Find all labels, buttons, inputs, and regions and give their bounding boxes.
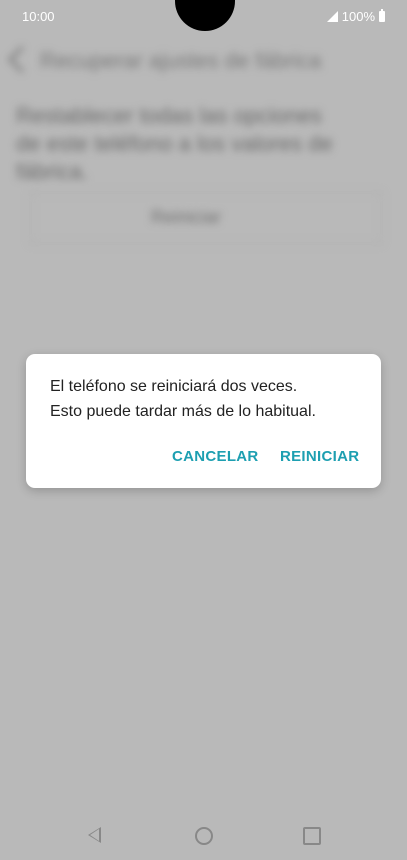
nav-home-icon[interactable] [195, 827, 213, 845]
back-arrow-icon [8, 46, 35, 73]
background-description: Restablecer todas las opciones de este t… [16, 103, 333, 184]
navigation-bar [0, 812, 407, 860]
restart-button[interactable]: REINICIAR [280, 448, 359, 465]
cancel-button[interactable]: CANCELAR [172, 448, 259, 465]
restart-dialog: El teléfono se reiniciará dos veces. Est… [26, 354, 381, 488]
dialog-message: El teléfono se reiniciará dos veces. Est… [50, 374, 370, 424]
battery-icon [379, 9, 385, 22]
dialog-message-line-1: El teléfono se reiniciará dos veces. [50, 378, 298, 395]
status-bar: 10:00 100% [0, 0, 407, 32]
status-time: 10:00 [22, 9, 55, 24]
background-title: Recuperar ajustes de fábrica [40, 48, 322, 73]
background-restart-button: Reiniciar [30, 192, 382, 244]
dialog-message-line-2: Esto puede tardar más de lo habitual. [50, 403, 316, 420]
nav-back-icon[interactable] [88, 827, 101, 843]
nav-recent-apps-icon[interactable] [303, 827, 321, 845]
battery-percent: 100% [341, 9, 375, 24]
status-right: 100% [326, 9, 385, 24]
screen: 10:00 100% Recuperar ajustes de fábrica … [0, 0, 407, 860]
background-button-label: Reiniciar [151, 207, 222, 227]
camera-notch [175, 0, 235, 31]
signal-icon [326, 11, 338, 22]
